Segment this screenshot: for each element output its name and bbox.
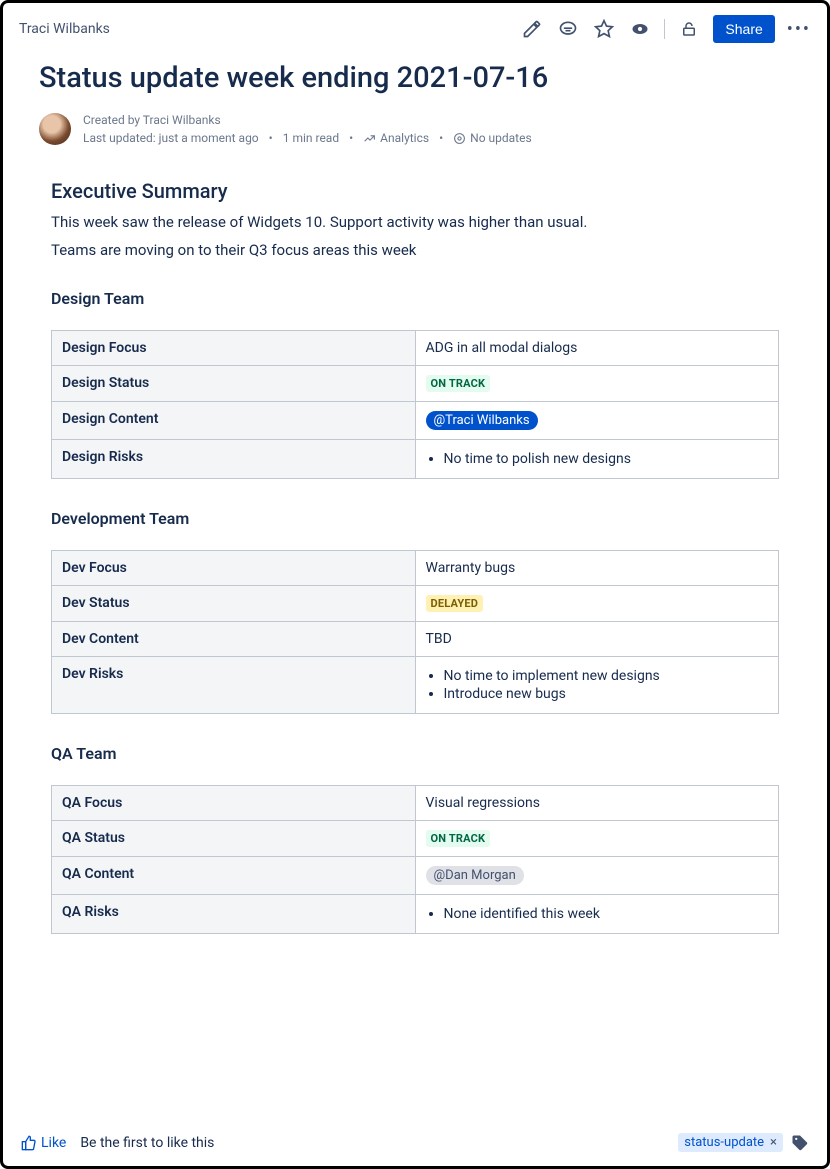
page-frame: Traci Wilbanks Share ••• Status update w… [0,0,830,1169]
dev-content-label: Dev Content [52,622,416,657]
list-item: No time to polish new designs [444,451,769,467]
dev-team-table: Dev Focus Warranty bugs Dev Status DELAY… [51,550,779,714]
page-footer: Like Be the first to like this status-up… [3,1123,827,1166]
exec-summary-heading: Executive Summary [51,179,779,203]
dev-content-value: TBD [415,622,779,657]
dev-risks-label: Dev Risks [52,657,416,714]
dev-status-value: DELAYED [415,586,779,622]
qa-status-label: QA Status [52,821,416,857]
footer-left: Like Be the first to like this [21,1135,214,1151]
dev-team-heading: Development Team [51,509,779,528]
breadcrumb[interactable]: Traci Wilbanks [19,21,110,37]
dot-separator [437,129,445,147]
qa-risks-value: None identified this week [415,895,779,934]
dot-separator [347,129,355,147]
more-actions-icon[interactable]: ••• [787,19,811,40]
avatar[interactable] [39,113,71,145]
user-mention[interactable]: @Traci Wilbanks [426,411,538,430]
design-focus-value: ADG in all modal dialogs [415,331,779,366]
status-badge: DELAYED [426,595,484,612]
qa-status-value: ON TRACK [415,821,779,857]
table-row: Dev Content TBD [52,622,779,657]
topbar: Traci Wilbanks Share ••• [3,3,827,47]
table-row: QA Status ON TRACK [52,821,779,857]
status-badge: ON TRACK [426,375,491,392]
qa-risks-label: QA Risks [52,895,416,934]
table-row: Design Content @Traci Wilbanks [52,402,779,440]
design-content-label: Design Content [52,402,416,440]
watch-icon[interactable] [628,17,652,41]
table-row: Dev Focus Warranty bugs [52,551,779,586]
design-content-value: @Traci Wilbanks [415,402,779,440]
dev-risks-value: No time to implement new designs Introdu… [415,657,779,714]
like-prompt: Be the first to like this [80,1135,214,1151]
qa-content-value: @Dan Morgan [415,857,779,895]
dot-separator [267,129,275,147]
qa-focus-label: QA Focus [52,786,416,821]
design-team-heading: Design Team [51,289,779,308]
footer-right: status-update × [678,1133,809,1152]
remove-label-icon[interactable]: × [770,1135,777,1150]
page-content: Executive Summary This week saw the rele… [3,159,827,1123]
edit-icon[interactable] [520,17,544,41]
status-badge: ON TRACK [426,830,491,847]
design-risks-label: Design Risks [52,440,416,479]
table-row: QA Focus Visual regressions [52,786,779,821]
list-item: None identified this week [444,906,769,922]
share-button[interactable]: Share [713,15,774,43]
design-team-table: Design Focus ADG in all modal dialogs De… [51,330,779,479]
table-row: Design Focus ADG in all modal dialogs [52,331,779,366]
byline: Created by Traci Wilbanks Last updated: … [39,111,791,147]
design-risks-value: No time to polish new designs [415,440,779,479]
page-title: Status update week ending 2021-07-16 [39,61,791,95]
restrictions-icon[interactable] [677,17,701,41]
design-status-label: Design Status [52,366,416,402]
table-row: Dev Risks No time to implement new desig… [52,657,779,714]
star-icon[interactable] [592,17,616,41]
comment-icon[interactable] [556,17,580,41]
table-row: Dev Status DELAYED [52,586,779,622]
list-item: Introduce new bugs [444,686,769,702]
created-by-prefix: Created by [83,113,143,127]
read-time: 1 min read [283,129,339,147]
qa-content-label: QA Content [52,857,416,895]
label-text: status-update [684,1135,764,1150]
author-link[interactable]: Traci Wilbanks [143,113,221,127]
analytics-link[interactable]: Analytics [363,129,429,147]
table-row: QA Risks None identified this week [52,895,779,934]
toolbar-actions: Share ••• [520,15,811,43]
dev-focus-label: Dev Focus [52,551,416,586]
add-label-icon[interactable] [791,1134,809,1152]
dev-status-label: Dev Status [52,586,416,622]
qa-team-heading: QA Team [51,744,779,763]
qa-focus-value: Visual regressions [415,786,779,821]
no-updates-link[interactable]: No updates [453,129,532,147]
design-focus-label: Design Focus [52,331,416,366]
last-updated: Last updated: just a moment ago [83,129,259,147]
table-row: QA Content @Dan Morgan [52,857,779,895]
exec-summary-p2: Teams are moving on to their Q3 focus ar… [51,241,779,259]
list-item: No time to implement new designs [444,668,769,684]
user-mention[interactable]: @Dan Morgan [426,866,524,885]
exec-summary-p1: This week saw the release of Widgets 10.… [51,213,779,231]
design-status-value: ON TRACK [415,366,779,402]
table-row: Design Risks No time to polish new desig… [52,440,779,479]
table-row: Design Status ON TRACK [52,366,779,402]
label-chip[interactable]: status-update × [678,1133,783,1152]
dev-focus-value: Warranty bugs [415,551,779,586]
byline-text: Created by Traci Wilbanks Last updated: … [83,111,532,147]
qa-team-table: QA Focus Visual regressions QA Status ON… [51,785,779,934]
toolbar-separator [664,19,665,39]
like-button[interactable]: Like [21,1135,66,1151]
